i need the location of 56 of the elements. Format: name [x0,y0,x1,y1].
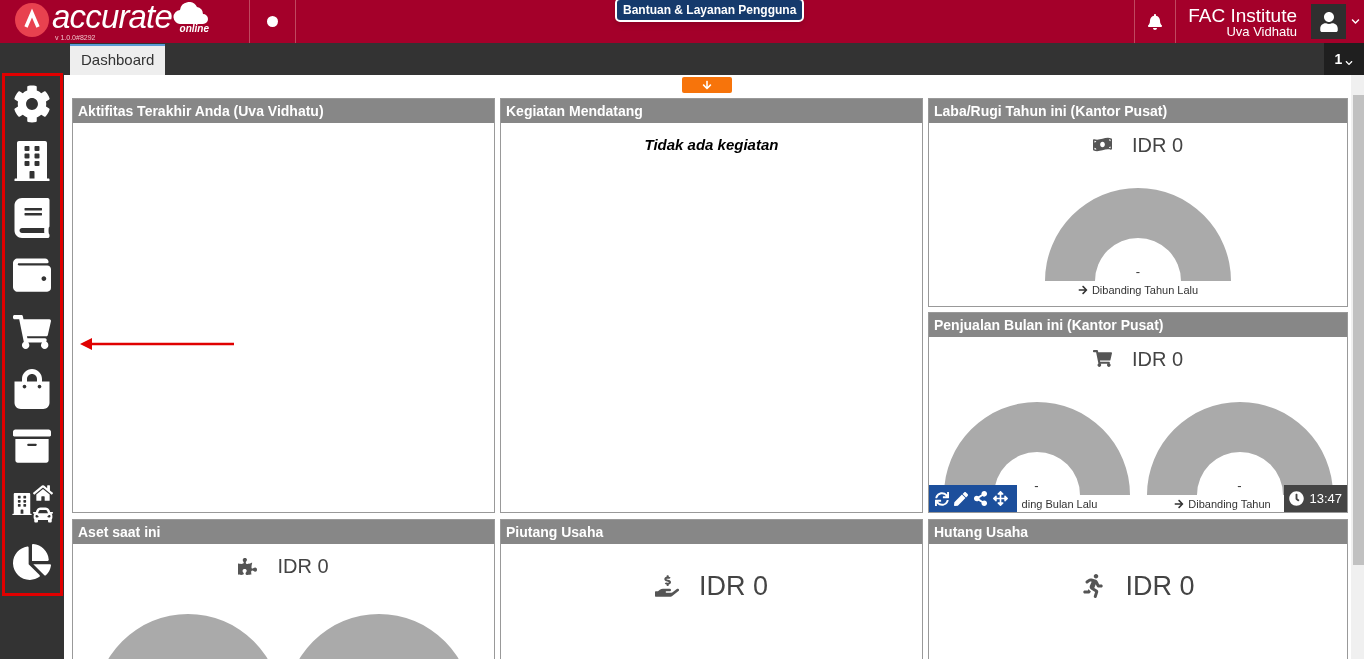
widget-title: Penjualan Bulan ini (Kantor Pusat) [929,312,1347,337]
logo-subtitle: online [179,24,209,34]
amount-value: IDR 0 [1125,570,1195,603]
puzzle-icon [238,556,258,576]
help-button[interactable]: Bantuan & Layanan Pengguna [615,0,805,22]
chevron-icon [1345,59,1354,67]
gauge-value: - [1237,478,1242,492]
cart-icon [1092,349,1112,369]
user-avatar[interactable] [1311,4,1346,39]
tab[interactable]: Dashboard [70,44,166,75]
amount-value: IDR 0 [1131,346,1184,372]
gauge-caption: Dibanding Tahun Lalu [1091,283,1199,297]
move-icon[interactable] [993,491,1008,506]
gauge-caption: ding Bulan Lalu [1021,497,1098,511]
company-name: FAC Institute [1188,5,1297,25]
widget-title: Aktifitas Terakhir Anda (Uva Vidhatu) [73,98,494,123]
hand-money-icon [655,574,679,599]
cart-icon[interactable] [13,312,51,352]
building-icon[interactable] [13,141,51,181]
chevron-icon[interactable] [1350,17,1360,26]
empty-message: Tidak ada kegiatan [643,134,780,155]
logo-text: accurate [52,2,172,31]
widget-title: Hutang Usaha [929,520,1347,544]
arrow-down-icon [702,79,712,90]
building-car-icon[interactable] [11,483,53,525]
wallet-icon[interactable] [13,255,51,295]
amount-value: IDR 0 [699,570,768,603]
gauge-caption: Dibanding Tahun [1188,497,1271,511]
widget-title: Kegiatan Mendatang [501,98,922,123]
gauge-value: - [1034,478,1039,492]
user-name: Uva Vidhatu [1226,24,1297,38]
gear-icon[interactable] [13,84,51,124]
pie-chart-icon[interactable] [13,542,51,582]
share-icon[interactable] [973,491,988,506]
book-icon[interactable] [13,198,51,238]
widget-title: Aset saat ini [73,520,494,544]
amount-value: IDR 0 [277,554,329,579]
user-icon [1318,11,1339,32]
amount-value: IDR 0 [1131,132,1184,158]
arrow-icon [1077,285,1088,296]
cabinet-icon[interactable] [13,426,51,466]
gauge-value: - [1135,264,1141,278]
clock-icon [1289,491,1305,506]
running-person-icon [1081,574,1106,599]
pen-icon[interactable] [954,491,968,506]
bag-icon[interactable] [13,369,51,409]
refresh-icon[interactable] [935,491,949,506]
arrow-icon [1174,499,1185,510]
time-text: 13:47 [1309,489,1342,508]
scrollbar[interactable] [1351,75,1364,659]
widget-title: Piutang Usaha [501,520,922,544]
bell-icon[interactable] [1147,13,1164,30]
tab-counter[interactable]: 1 [1324,43,1364,75]
widget-title: Laba/Rugi Tahun ini (Kantor Pusat) [929,98,1347,123]
logo-icon [15,3,49,37]
cloud-icon [173,2,209,24]
